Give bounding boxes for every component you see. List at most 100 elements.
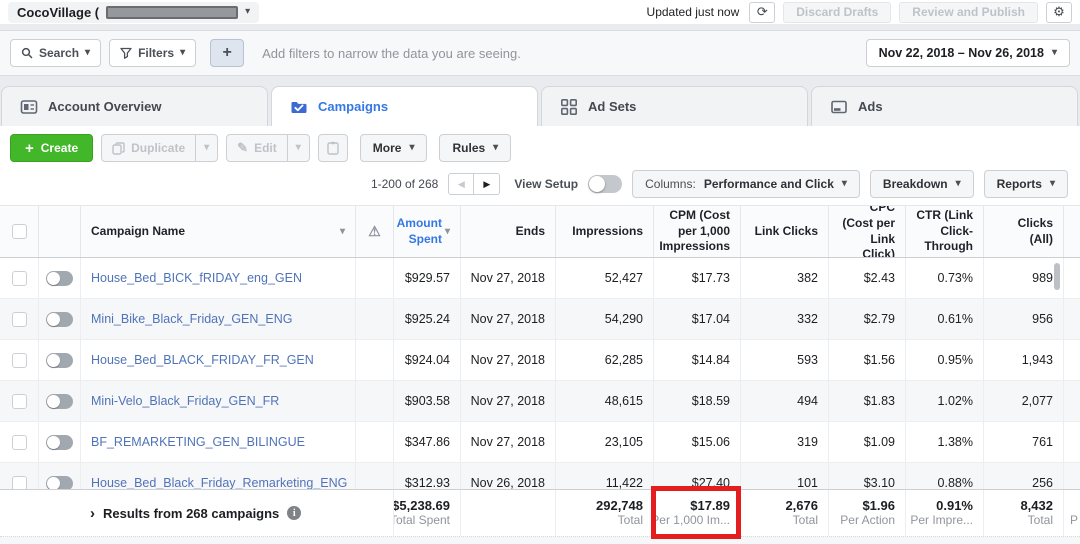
refresh-button[interactable]: ⟳ [749, 2, 775, 23]
campaign-name-link[interactable]: Mini_Bike_Black_Friday_GEN_ENG [91, 312, 292, 326]
amount-spent-cell: $312.93 [393, 463, 460, 489]
link-clicks-cell: 382 [740, 258, 828, 298]
campaign-name-link[interactable]: House_Bed_Black_Friday_Remarketing_ENG [91, 476, 347, 489]
filter-placeholder-text[interactable]: Add filters to narrow the data you are s… [252, 46, 857, 61]
campaign-status-toggle[interactable] [46, 435, 73, 450]
refresh-icon: ⟳ [757, 4, 768, 20]
next-column-sliver-cell [1063, 381, 1080, 421]
totals-row: › Results from 268 campaigns i $5,238.69… [0, 489, 1080, 536]
campaign-name-link[interactable]: Mini-Velo_Black_Friday_GEN_FR [91, 394, 279, 408]
campaign-status-toggle[interactable] [46, 271, 73, 286]
row-checkbox[interactable] [12, 312, 27, 327]
campaign-status-toggle[interactable] [46, 394, 73, 409]
impressions-cell: 23,105 [555, 422, 653, 462]
more-menu-button[interactable]: More ▾ [360, 134, 428, 162]
total-clicks-all-cell: 8,432 Total [983, 490, 1063, 536]
chevron-down-icon: ▾ [1050, 179, 1055, 189]
account-name: CocoVillage ( [17, 5, 99, 20]
campaign-name-link[interactable]: House_Bed_BLACK_FRIDAY_FR_GEN [91, 353, 314, 367]
pager: ◀ ▶ [448, 173, 500, 195]
campaign-status-toggle[interactable] [46, 476, 73, 490]
chevron-right-icon: › [90, 506, 95, 521]
toggle-column-header [38, 206, 80, 257]
more-label: More [373, 141, 402, 155]
add-filter-button[interactable]: + [210, 39, 244, 67]
date-range-selector[interactable]: Nov 22, 2018 – Nov 26, 2018 ▾ [866, 39, 1070, 67]
breakdown-menu-button[interactable]: Breakdown ▾ [870, 170, 974, 198]
ends-cell: Nov 27, 2018 [460, 381, 555, 421]
cpc-header-label: CPC (Cost per Link Click) [839, 206, 895, 257]
select-all-checkbox[interactable] [12, 224, 27, 239]
cpm-header[interactable]: CPM (Cost per 1,000 Impressions [653, 206, 740, 257]
tab-account-overview[interactable]: Account Overview [1, 86, 268, 126]
edit-menu-button[interactable]: ▾ [287, 135, 309, 161]
total-cpm-sublabel: Per 1,000 Im... [653, 513, 730, 528]
columns-menu-button[interactable]: Columns: Performance and Click ▾ [632, 170, 860, 198]
footer-alert-cell [355, 490, 393, 536]
updated-status: Updated just now [647, 5, 740, 19]
tab-label: Ad Sets [588, 99, 636, 114]
prev-page-button[interactable]: ◀ [448, 173, 474, 195]
link-clicks-header[interactable]: Link Clicks [740, 206, 828, 257]
row-toggle-cell [38, 299, 80, 339]
settings-button[interactable]: ⚙ [1046, 2, 1072, 23]
total-clicks-all-sublabel: Total [1028, 513, 1053, 528]
row-checkbox[interactable] [12, 435, 27, 450]
search-icon [21, 47, 33, 59]
clipboard-button[interactable] [318, 134, 348, 162]
breakdown-label: Breakdown [883, 177, 948, 191]
total-link-clicks-value: 2,676 [785, 498, 818, 513]
campaign-name-link[interactable]: BF_REMARKETING_GEN_BILINGUE [91, 435, 305, 449]
cpc-cell: $1.09 [828, 422, 905, 462]
row-checkbox[interactable] [12, 476, 27, 490]
duplicate-menu-button[interactable]: ▾ [195, 135, 217, 161]
row-toggle-cell [38, 463, 80, 489]
tab-campaigns[interactable]: Campaigns [271, 86, 538, 126]
clicks-all-cell: 2,077 [983, 381, 1063, 421]
vertical-scrollbar[interactable] [1054, 263, 1060, 290]
account-selector[interactable]: CocoVillage ( ▾ [8, 2, 259, 23]
row-checkbox[interactable] [12, 394, 27, 409]
rules-menu-button[interactable]: Rules ▾ [439, 134, 511, 162]
link-clicks-cell: 332 [740, 299, 828, 339]
amount-spent-header[interactable]: Amount Spent ▾ [393, 206, 460, 257]
funnel-icon [120, 47, 132, 59]
search-dropdown-button[interactable]: Search ▾ [10, 39, 101, 67]
ctr-header[interactable]: CTR (Link Click-Through [905, 206, 983, 257]
view-setup-toggle[interactable] [588, 175, 622, 193]
campaign-status-toggle[interactable] [46, 353, 73, 368]
sort-caret-icon: ▾ [445, 225, 450, 238]
total-cpm-cell: $17.89 Per 1,000 Im... [653, 490, 740, 536]
plus-icon: + [222, 44, 231, 62]
duplicate-button[interactable]: Duplicate [102, 135, 195, 161]
row-toggle-cell [38, 258, 80, 298]
table-row: Mini_Bike_Black_Friday_GEN_ENG $925.24 N… [0, 299, 1080, 340]
total-spent-sublabel: Total Spent [393, 513, 450, 528]
edit-button[interactable]: ✎ Edit [227, 135, 287, 161]
chevron-down-icon: ▾ [409, 143, 414, 153]
row-checkbox[interactable] [12, 271, 27, 286]
account-overview-icon [20, 98, 38, 116]
next-page-button[interactable]: ▶ [474, 173, 500, 195]
impressions-header[interactable]: Impressions [555, 206, 653, 257]
campaign-name-header[interactable]: Campaign Name ▾ [80, 206, 355, 257]
ends-header[interactable]: Ends [460, 206, 555, 257]
campaign-status-toggle[interactable] [46, 312, 73, 327]
results-summary[interactable]: › Results from 268 campaigns i [80, 490, 355, 536]
discard-drafts-button[interactable]: Discard Drafts [783, 2, 891, 23]
review-and-publish-button[interactable]: Review and Publish [899, 2, 1038, 23]
row-checkbox[interactable] [12, 353, 27, 368]
horizontal-scroll-area[interactable] [0, 536, 1080, 544]
tab-ads[interactable]: Ads [811, 86, 1078, 126]
cpm-cell: $17.04 [653, 299, 740, 339]
cpc-header[interactable]: CPC (Cost per Link Click) [828, 206, 905, 257]
filters-dropdown-button[interactable]: Filters ▾ [109, 39, 196, 67]
results-label: Results from 268 campaigns [103, 506, 279, 521]
info-icon[interactable]: i [287, 506, 301, 520]
campaigns-folder-icon [290, 98, 308, 116]
clicks-all-header[interactable]: Clicks (All) [983, 206, 1063, 257]
campaign-name-link[interactable]: House_Bed_BICK_fRIDAY_eng_GEN [91, 271, 302, 285]
reports-menu-button[interactable]: Reports ▾ [984, 170, 1068, 198]
tab-ad-sets[interactable]: Ad Sets [541, 86, 808, 126]
create-button[interactable]: + Create [10, 134, 93, 162]
